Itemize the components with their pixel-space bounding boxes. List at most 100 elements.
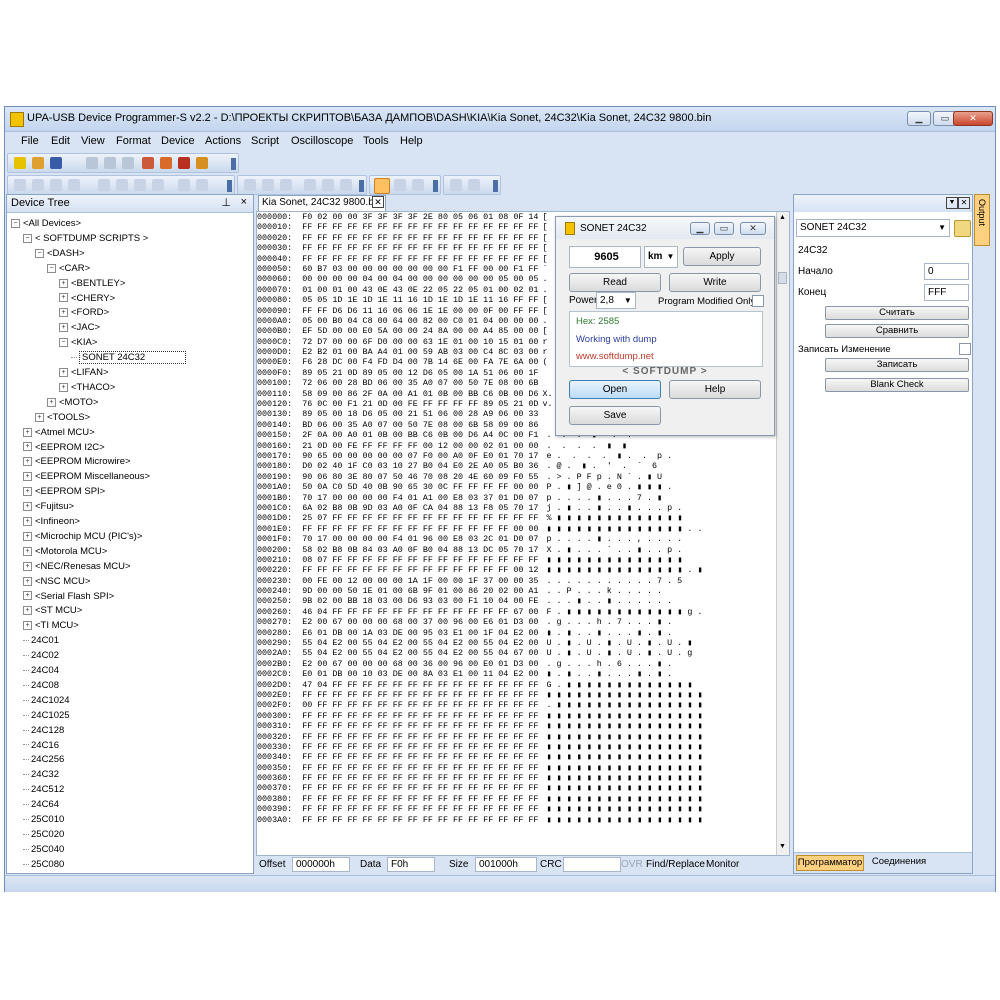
- hex-row[interactable]: 000170: 90 65 00 00 00 00 00 07 F0 00 A0…: [257, 451, 787, 461]
- view-text-icon[interactable]: [262, 179, 274, 191]
- hex-row[interactable]: 0002E0: FF FF FF FF FF FF FF FF FF FF FF…: [257, 690, 787, 700]
- view-split-icon[interactable]: [280, 179, 292, 191]
- delete-icon[interactable]: [50, 179, 62, 191]
- hex-row[interactable]: 0002B0: E2 00 67 00 00 00 68 00 36 00 96…: [257, 659, 787, 669]
- tab-programmer[interactable]: Программатор: [796, 855, 864, 871]
- chip-icon[interactable]: [160, 157, 172, 169]
- next-icon[interactable]: [134, 179, 146, 191]
- tree-node[interactable]: 25C010: [23, 813, 64, 827]
- tree-node[interactable]: + <LIFAN>: [59, 366, 109, 380]
- hex-row[interactable]: 000250: 9B 02 00 BB 18 03 00 D6 93 03 00…: [257, 596, 787, 606]
- collapse-icon[interactable]: −: [35, 248, 44, 258]
- expand-icon[interactable]: +: [23, 606, 32, 616]
- hex-row[interactable]: 000320: FF FF FF FF FF FF FF FF FF FF FF…: [257, 732, 787, 742]
- expand-icon[interactable]: +: [23, 516, 32, 526]
- tree-node[interactable]: − <All Devices>: [11, 217, 81, 231]
- tree-node[interactable]: + <ST MCU>: [23, 604, 82, 618]
- apply-button[interactable]: Apply: [683, 247, 761, 266]
- hex-row[interactable]: 0001A0: 50 0A C0 5D 40 0B 90 65 30 0C FF…: [257, 482, 787, 492]
- collapse-icon[interactable]: −: [59, 338, 68, 348]
- minimize-button[interactable]: ▁: [907, 111, 931, 126]
- expand-icon[interactable]: +: [59, 308, 68, 318]
- expand-icon[interactable]: +: [23, 472, 32, 482]
- blank-check-button[interactable]: Blank Check: [825, 378, 969, 392]
- tree-node[interactable]: − <CAR>: [47, 262, 90, 276]
- hex-row[interactable]: 000330: FF FF FF FF FF FF FF FF FF FF FF…: [257, 742, 787, 752]
- tree-node[interactable]: 24C256: [23, 753, 64, 767]
- menu-edit[interactable]: Edit: [51, 135, 70, 147]
- menu-actions[interactable]: Actions: [205, 135, 241, 147]
- panel-menu-icon[interactable]: ▼: [946, 197, 958, 209]
- tree-node[interactable]: + <JAC>: [59, 321, 100, 335]
- value-input[interactable]: 9605: [569, 246, 641, 268]
- expand-icon[interactable]: +: [23, 561, 32, 571]
- tree-node[interactable]: + <TI MCU>: [23, 619, 79, 633]
- collapse-icon[interactable]: −: [23, 233, 32, 243]
- expand-icon[interactable]: +: [23, 442, 32, 452]
- expand-icon[interactable]: +: [59, 367, 68, 377]
- expand-icon[interactable]: +: [35, 412, 44, 422]
- tree-node[interactable]: 24C02: [23, 649, 59, 663]
- hex-row[interactable]: 000310: FF FF FF FF FF FF FF FF FF FF FF…: [257, 721, 787, 731]
- tree-node[interactable]: 24C16: [23, 739, 59, 753]
- hex-row[interactable]: 0001D0: 25 07 FF FF FF FF FF FF FF FF FF…: [257, 513, 787, 523]
- data-field[interactable]: F0h: [387, 857, 435, 872]
- select-area-icon[interactable]: [394, 179, 406, 191]
- tree-node[interactable]: + <THACO>: [59, 381, 115, 395]
- tree-node[interactable]: + <EEPROM I2C>: [23, 441, 105, 455]
- tree-node[interactable]: + <Serial Flash SPI>: [23, 590, 114, 604]
- hand-icon[interactable]: [412, 179, 424, 191]
- output-side-tab[interactable]: Output: [974, 194, 990, 246]
- zoom-out-icon[interactable]: [196, 179, 208, 191]
- hex-row[interactable]: 000380: FF FF FF FF FF FF FF FF FF FF FF…: [257, 794, 787, 804]
- hex-row[interactable]: 0002D0: 47 04 FF FF FF FF FF FF FF FF FF…: [257, 680, 787, 690]
- menu-device[interactable]: Device: [161, 135, 195, 147]
- hex-row[interactable]: 000290: 55 04 E2 00 55 04 E2 00 55 04 E2…: [257, 638, 787, 648]
- hex-row[interactable]: 000370: FF FF FF FF FF FF FF FF FF FF FF…: [257, 783, 787, 793]
- tree-node[interactable]: + <Microchip MCU (PIC's)>: [23, 530, 142, 544]
- tree-node[interactable]: + <CHERY>: [59, 292, 115, 306]
- zoom-in-icon[interactable]: [178, 179, 190, 191]
- expand-icon[interactable]: +: [47, 397, 56, 407]
- expand-icon[interactable]: +: [59, 293, 68, 303]
- menu-file[interactable]: File: [21, 135, 39, 147]
- tree-node[interactable]: SONET 24C32: [71, 351, 187, 365]
- hex-row[interactable]: 000360: FF FF FF FF FF FF FF FF FF FF FF…: [257, 773, 787, 783]
- hex-row[interactable]: 000270: E2 00 67 00 00 00 68 00 37 00 96…: [257, 617, 787, 627]
- toolbar-grip[interactable]: [231, 158, 236, 170]
- tree-node[interactable]: + <Fujitsu>: [23, 500, 74, 514]
- menu-tools[interactable]: Tools: [363, 135, 389, 147]
- tree-node[interactable]: 24C128: [23, 724, 64, 738]
- expand-icon[interactable]: +: [23, 576, 32, 586]
- stop-icon[interactable]: [468, 179, 480, 191]
- copy-icon[interactable]: [104, 157, 116, 169]
- prev-icon[interactable]: [116, 179, 128, 191]
- expand-icon[interactable]: +: [23, 591, 32, 601]
- tree-node[interactable]: + <MOTO>: [47, 396, 98, 410]
- tree-node[interactable]: + <EEPROM SPI>: [23, 485, 105, 499]
- hex-row[interactable]: 000200: 58 02 B8 0B 84 03 A0 0F B0 04 88…: [257, 545, 787, 555]
- tab-file[interactable]: Kia Sonet, 24C32 9800.bin: [258, 195, 386, 211]
- dialog-maximize-button[interactable]: ▭: [714, 222, 734, 235]
- toolbar-grip[interactable]: [359, 180, 364, 192]
- view-hex-icon[interactable]: [244, 179, 256, 191]
- tree-node[interactable]: + <NSC MCU>: [23, 575, 90, 589]
- hex-row[interactable]: 000350: FF FF FF FF FF FF FF FF FF FF FF…: [257, 763, 787, 773]
- size-field[interactable]: 001000h: [475, 857, 537, 872]
- cut-icon[interactable]: [86, 157, 98, 169]
- hex-row[interactable]: 000240: 9D 00 00 50 1E 01 00 6B 9F 01 00…: [257, 586, 787, 596]
- program-modified-checkbox[interactable]: [752, 295, 764, 307]
- expand-icon[interactable]: +: [23, 531, 32, 541]
- hex-row[interactable]: 0002F0: 00 FF FF FF FF FF FF FF FF FF FF…: [257, 700, 787, 710]
- scroll-thumb[interactable]: [778, 272, 787, 284]
- expand-icon[interactable]: +: [23, 457, 32, 467]
- scroll-down-icon[interactable]: ▼: [778, 843, 787, 853]
- paste-icon[interactable]: [122, 157, 134, 169]
- hex-row[interactable]: 000260: 46 04 FF FF FF FF FF FF FF FF FF…: [257, 607, 787, 617]
- new-icon[interactable]: [14, 157, 26, 169]
- expand-icon[interactable]: +: [23, 621, 32, 631]
- menu-oscilloscope[interactable]: Oscilloscope: [291, 135, 353, 147]
- hex-row[interactable]: 000390: FF FF FF FF FF FF FF FF FF FF FF…: [257, 804, 787, 814]
- write-chip-button[interactable]: Записать: [825, 358, 969, 372]
- hex-row[interactable]: 0003A0: FF FF FF FF FF FF FF FF FF FF FF…: [257, 815, 787, 825]
